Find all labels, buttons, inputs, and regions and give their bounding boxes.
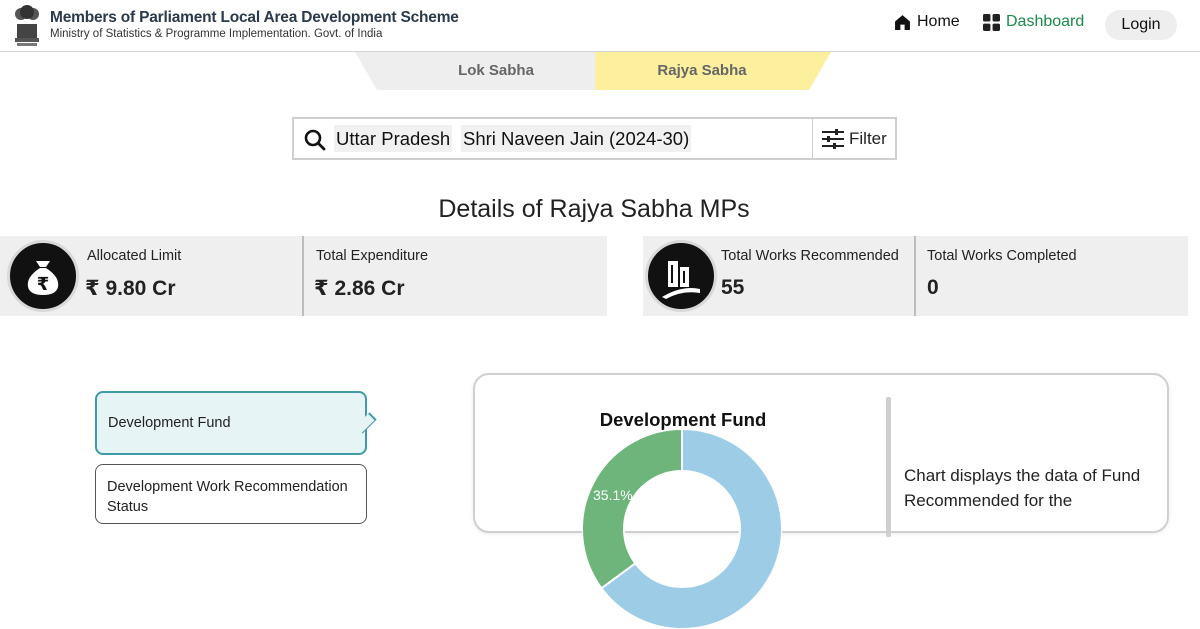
filter-label: Filter — [849, 128, 887, 148]
site-subtitle: Ministry of Statistics & Programme Imple… — [50, 28, 383, 40]
login-button[interactable]: Login — [1105, 10, 1177, 40]
works-recommended-label: Total Works Recommended — [721, 248, 899, 264]
home-icon — [895, 14, 910, 30]
nav-dashboard-link[interactable]: Dashboard — [983, 13, 1084, 31]
card-divider — [886, 397, 891, 537]
chart-card: Development Fund 35.1% Chart displays th… — [473, 373, 1169, 629]
works-completed-label: Total Works Completed — [927, 248, 1077, 264]
search-icon — [304, 129, 326, 151]
works-recommended-value: 55 — [721, 276, 745, 299]
works-completed-value: 0 — [927, 276, 939, 299]
svg-text:₹: ₹ — [37, 274, 50, 295]
mp-search-bar[interactable]: Uttar Pradesh Shri Naveen Jain (2024-30)… — [292, 117, 897, 160]
buildings-icon — [645, 240, 717, 312]
stat-divider — [914, 236, 916, 316]
menu-work-recommendation-status[interactable]: Development Work Recommendation Status — [95, 464, 367, 524]
nav-home-link[interactable]: Home — [894, 13, 960, 31]
mp-chip[interactable]: Shri Naveen Jain (2024-30) — [461, 125, 692, 152]
total-expenditure-value: ₹ 2.86 Cr — [314, 277, 405, 300]
nav-home-label: Home — [917, 13, 960, 30]
grid-icon — [983, 13, 1000, 31]
menu-item-label: Development Fund — [108, 415, 231, 431]
donut-slice-0[interactable] — [582, 429, 683, 590]
site-title[interactable]: Members of Parliament Local Area Develop… — [50, 9, 459, 27]
chart-title: Development Fund — [599, 409, 767, 430]
national-emblem-logo[interactable] — [11, 2, 43, 48]
fund-stats-panel: ₹ Allocated Limit ₹ 9.80 Cr Total Expend… — [0, 236, 607, 316]
state-chip[interactable]: Uttar Pradesh — [334, 125, 453, 152]
money-bag-icon: ₹ — [7, 240, 79, 312]
menu-item-label: Development Work Recommendation Status — [107, 479, 348, 515]
nav-dashboard-label: Dashboard — [1006, 13, 1085, 30]
tab-lok-sabha[interactable]: Lok Sabha — [355, 52, 615, 90]
section-title: Details of Rajya Sabha MPs — [438, 195, 750, 223]
chart-description: Chart displays the data of Fund Recommen… — [904, 466, 1141, 510]
slice-label: 35.1% — [593, 487, 633, 503]
total-expenditure-label: Total Expenditure — [316, 248, 429, 264]
menu-development-fund[interactable]: Development Fund — [95, 391, 377, 455]
allocated-limit-label: Allocated Limit — [87, 248, 182, 264]
sliders-icon — [822, 128, 844, 149]
active-pointer-arrow — [355, 412, 377, 434]
development-fund-donut-chart[interactable] — [582, 429, 782, 629]
allocated-limit-value: ₹ 9.80 Cr — [85, 277, 176, 300]
house-tabs: Lok Sabha Rajya Sabha — [355, 52, 831, 90]
stat-divider — [302, 236, 304, 316]
works-stats-panel: Total Works Recommended 55 Total Works C… — [643, 236, 1188, 316]
filter-button[interactable]: Filter — [812, 119, 895, 158]
tab-rajya-sabha[interactable]: Rajya Sabha — [595, 52, 831, 90]
site-header: Members of Parliament Local Area Develop… — [0, 0, 1200, 52]
